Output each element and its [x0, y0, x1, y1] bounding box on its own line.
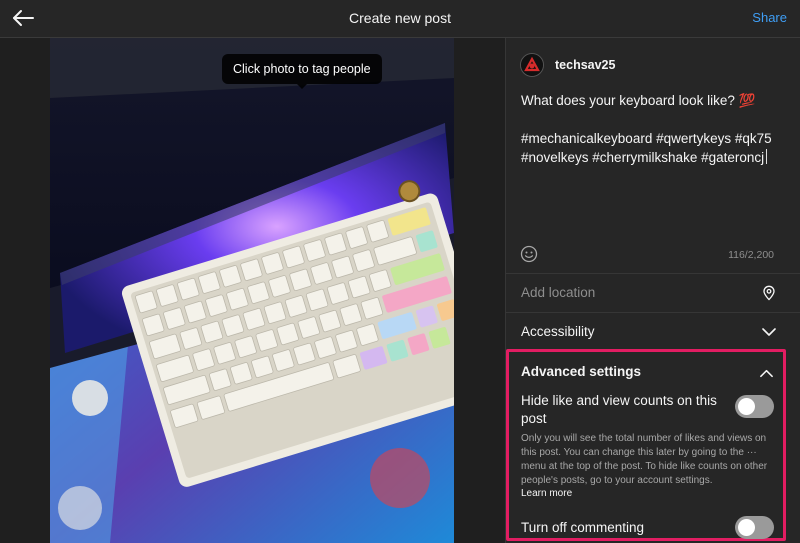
accessibility-section[interactable]: Accessibility	[506, 312, 800, 350]
user-row: techsav25	[520, 52, 615, 78]
learn-more-link[interactable]: Learn more	[521, 488, 572, 499]
header-bar: Create new post Share	[0, 0, 800, 38]
location-placeholder: Add location	[521, 285, 596, 300]
page-title: Create new post	[349, 10, 451, 26]
toggle-knob	[738, 398, 755, 415]
chevron-down-icon	[762, 328, 776, 336]
hide-counts-toggle[interactable]	[735, 395, 774, 418]
advanced-settings-title[interactable]: Advanced settings	[521, 364, 641, 379]
character-count: 116/2,200	[728, 249, 774, 261]
chevron-up-icon[interactable]	[759, 366, 774, 381]
advanced-settings-section: Advanced settings Hide like and view cou…	[506, 349, 786, 541]
hide-counts-label: Hide like and view counts on this post	[521, 393, 717, 426]
avatar	[520, 53, 544, 77]
toggle-knob	[738, 519, 755, 536]
post-details-panel: techsav25 What does your keyboard look l…	[505, 38, 800, 543]
turn-off-commenting-toggle[interactable]	[735, 516, 774, 539]
accessibility-label: Accessibility	[521, 324, 595, 339]
add-location-field[interactable]: Add location	[506, 273, 800, 311]
turn-off-commenting-label: Turn off commenting	[521, 520, 645, 535]
tag-people-tooltip: Click photo to tag people	[222, 54, 382, 89]
hide-counts-description: Only you will see the total number of li…	[521, 433, 768, 486]
media-area: Click photo to tag people	[0, 38, 505, 543]
location-pin-icon	[763, 285, 775, 301]
emoji-button[interactable]	[520, 245, 538, 263]
share-button[interactable]: Share	[752, 10, 787, 25]
post-photo[interactable]: Click photo to tag people	[50, 38, 454, 543]
username: techsav25	[555, 58, 616, 72]
text-caret	[766, 149, 768, 164]
caption-text: What does your keyboard look like? 💯 #me…	[521, 93, 772, 165]
caption-input[interactable]: What does your keyboard look like? 💯 #me…	[521, 91, 783, 167]
avatar-logo-icon	[521, 54, 543, 76]
keyboard-photo	[50, 38, 454, 543]
smiley-icon	[520, 245, 538, 263]
